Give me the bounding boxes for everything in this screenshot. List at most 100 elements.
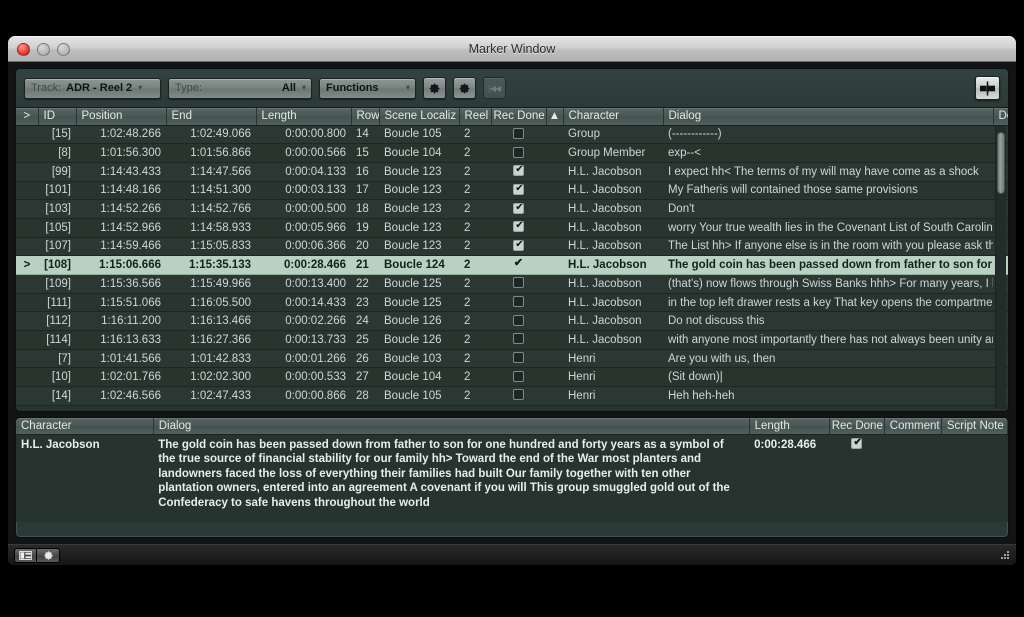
detail-column-header-scriptnote[interactable]: Script Note <box>941 418 1008 435</box>
cell-reel: 2 <box>459 143 491 163</box>
rec-done-checkbox[interactable] <box>513 146 524 158</box>
scrollbar-thumb[interactable] <box>997 132 1005 194</box>
table-row[interactable]: [109] 1:15:36.566 1:15:49.966 0:00:13.400 22… <box>16 274 1008 294</box>
cell-character: Group Member <box>563 143 663 163</box>
cell-dialog: (------------) <box>663 124 993 145</box>
cell-row: 15 <box>351 143 379 163</box>
rec-done-checkbox[interactable] <box>513 333 524 345</box>
column-header-marker[interactable]: > <box>16 108 39 126</box>
panel-layout-button[interactable] <box>14 547 37 563</box>
cell-length: 0:00:05.966 <box>256 217 351 238</box>
table-row[interactable]: [14] 1:02:46.566 1:02:47.433 0:00:00.866 28 B… <box>16 386 1008 406</box>
maximize-button[interactable] <box>57 42 70 56</box>
settings-gear-button-1[interactable] <box>423 77 446 99</box>
cell-recdone <box>491 292 546 313</box>
table-row[interactable]: [105] 1:14:52.966 1:14:58.933 0:00:05.966 19… <box>16 217 1008 238</box>
cell-character: Henri <box>563 367 663 388</box>
rec-done-checkbox[interactable] <box>513 370 524 382</box>
detail-comment[interactable] <box>884 434 942 522</box>
table-row[interactable]: [8] 1:01:56.300 1:01:56.866 0:00:00.566 15 Bo… <box>16 143 1008 163</box>
settings-gear-button-2[interactable] <box>453 77 476 99</box>
table-row[interactable]: [7] 1:01:41.566 1:01:42.833 0:00:01.266 26 Bo… <box>16 348 1008 369</box>
table-row[interactable]: [103] 1:14:52.266 1:14:52.766 0:00:00.500 18… <box>16 199 1008 219</box>
column-header-scene[interactable]: Scene Localiz <box>379 108 460 126</box>
rec-done-checkbox[interactable] <box>513 296 524 308</box>
rec-done-checkbox[interactable] <box>513 238 525 252</box>
table-row[interactable]: [101] 1:14:48.166 1:14:51.300 0:00:03.133 17… <box>16 180 1008 201</box>
cell-recdone <box>491 124 546 145</box>
rec-done-checkbox[interactable] <box>513 182 525 196</box>
table-row[interactable]: [111] 1:15:51.066 1:16:05.500 0:00:14.433 23… <box>16 292 1008 313</box>
column-header-sortmark[interactable]: ▲ <box>546 108 564 126</box>
column-header-reel[interactable]: Reel <box>459 108 492 126</box>
detail-table-header: Character Dialog Length Rec Done Comment Scri… <box>16 418 1008 435</box>
column-header-end[interactable]: End <box>166 108 257 126</box>
column-header-character[interactable]: Character <box>563 108 664 126</box>
rec-done-checkbox[interactable] <box>513 257 524 270</box>
column-header-dialog[interactable]: Dialog <box>663 108 994 126</box>
detail-column-header-character[interactable]: Character <box>16 418 154 435</box>
detail-rec-done[interactable] <box>829 434 885 522</box>
minimize-button[interactable] <box>37 42 50 56</box>
go-to-start-button[interactable]: |◀◀ <box>483 77 506 99</box>
rec-done-checkbox[interactable] <box>513 201 525 215</box>
type-value: All <box>281 82 296 94</box>
rec-done-checkbox[interactable] <box>513 219 525 233</box>
table-row[interactable]: [107] 1:14:59.466 1:15:05.833 0:00:06.366 20… <box>16 236 1008 257</box>
cell-end: 1:02:02.300 <box>166 367 256 388</box>
cell-marker <box>16 274 38 294</box>
rec-done-checkbox[interactable] <box>513 277 524 289</box>
cell-marker <box>16 161 38 182</box>
link-markers-button[interactable] <box>975 76 1000 100</box>
window-titlebar: Marker Window <box>8 36 1016 62</box>
table-row[interactable]: [112] 1:16:11.200 1:16:13.466 0:00:02.266 24… <box>16 311 1008 332</box>
rec-done-checkbox[interactable] <box>513 163 525 177</box>
detail-column-header-recdone[interactable]: Rec Done <box>829 418 885 435</box>
table-row[interactable]: [114] 1:16:13.633 1:16:27.366 0:00:13.733 25… <box>16 330 1008 350</box>
column-header-description[interactable]: Description <box>993 108 1008 126</box>
detail-table-row[interactable]: H.L. Jacobson The gold coin has been pas… <box>16 434 1008 522</box>
rec-done-checkbox[interactable] <box>851 436 863 450</box>
cell-scene: Boucle 103 <box>379 348 459 369</box>
column-header-row[interactable]: Row <box>351 108 380 126</box>
cell-end: 1:14:47.566 <box>166 161 256 182</box>
close-button[interactable] <box>17 42 30 56</box>
rec-done-checkbox[interactable] <box>513 352 524 364</box>
markers-table-container[interactable]: > ID Position End Length Row Scene Localiz Reel… <box>16 107 1008 411</box>
cell-sortmark <box>546 348 563 369</box>
track-selector[interactable]: Track: ADR - Reel 2 ▾ <box>24 77 161 99</box>
table-row[interactable]: > [108] 1:15:06.666 1:15:35.133 0:00:28.466 2… <box>16 255 1008 275</box>
detail-script-note[interactable] <box>941 434 1008 522</box>
table-row[interactable]: [10] 1:02:01.766 1:02:02.300 0:00:00.533 27 B… <box>16 367 1008 388</box>
type-selector[interactable]: Type: All ▾ <box>168 77 312 99</box>
cell-id: [109] <box>38 274 76 294</box>
table-row[interactable]: [99] 1:14:43.433 1:14:47.566 0:00:04.133 16 B… <box>16 161 1008 182</box>
column-header-length[interactable]: Length <box>256 108 352 126</box>
cell-scene: Boucle 123 <box>379 161 459 182</box>
cell-position: 1:02:46.566 <box>76 386 166 406</box>
markers-vertical-scrollbar[interactable] <box>995 126 1006 409</box>
column-header-position[interactable]: Position <box>76 108 167 126</box>
cell-position: 1:14:43.433 <box>76 161 166 182</box>
column-header-id[interactable]: ID <box>38 108 77 126</box>
table-row[interactable]: [15] 1:02:48.266 1:02:49.066 0:00:00.800 14 B… <box>16 124 1008 145</box>
rec-done-checkbox[interactable] <box>513 314 524 326</box>
cell-reel: 2 <box>459 199 491 219</box>
functions-menu[interactable]: Functions ▾ <box>319 77 416 99</box>
cell-reel: 2 <box>459 292 491 313</box>
column-header-recdone[interactable]: Rec Done <box>491 108 547 126</box>
cell-length: 0:00:01.266 <box>256 348 351 369</box>
detail-column-header-length[interactable]: Length <box>749 418 830 435</box>
cell-sortmark <box>546 236 563 257</box>
cell-scene: Boucle 104 <box>379 367 459 388</box>
rec-done-checkbox[interactable] <box>513 127 524 139</box>
resize-grip-icon[interactable] <box>998 549 1012 563</box>
detail-character: H.L. Jacobson <box>16 434 154 522</box>
statusbar-settings-button[interactable] <box>37 547 60 563</box>
detail-dialog[interactable]: The gold coin has been passed down from … <box>153 434 750 522</box>
detail-column-header-dialog[interactable]: Dialog <box>153 418 750 435</box>
rec-done-checkbox[interactable] <box>513 389 524 401</box>
cell-end: 1:14:52.766 <box>166 199 256 219</box>
detail-column-header-comment[interactable]: Comment <box>884 418 942 435</box>
window-controls <box>17 42 70 56</box>
